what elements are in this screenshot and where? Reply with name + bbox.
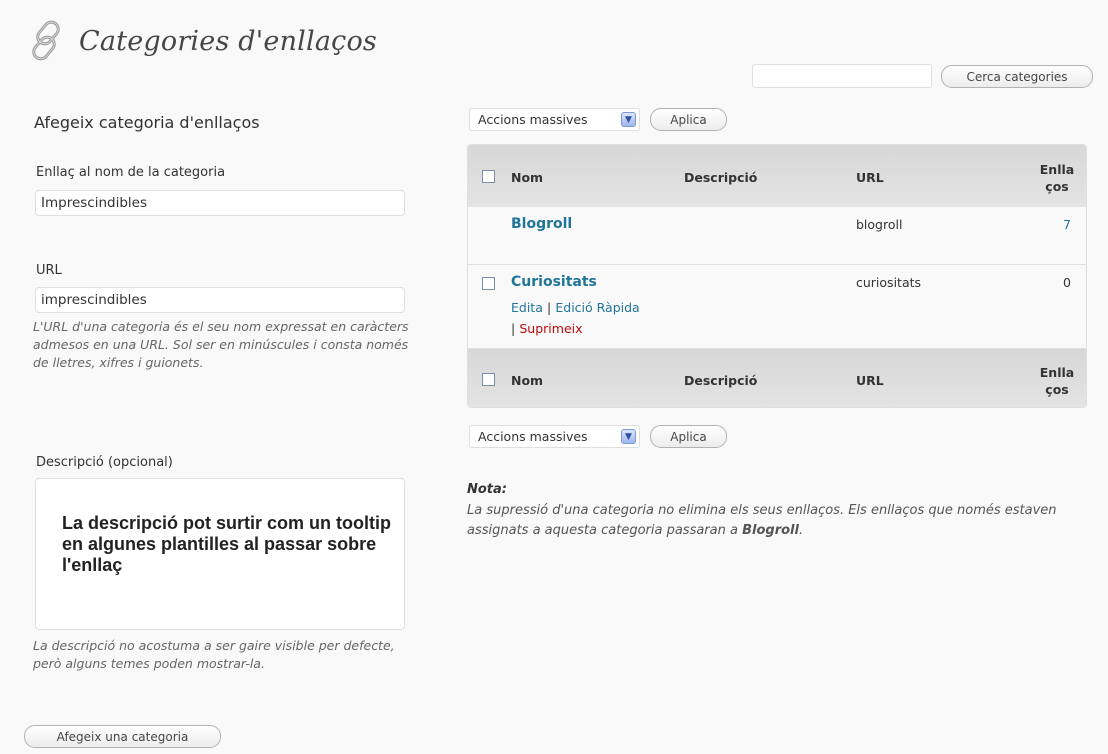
- description-label: Descripció (opcional): [36, 455, 173, 470]
- category-url: curiositats: [856, 275, 922, 290]
- table-row: Curiositats Edita | Edició Ràpida | Supr…: [468, 265, 1086, 349]
- categories-table: Nom Descripció URL Enllaços Blogroll blo…: [467, 144, 1087, 408]
- delete-link[interactable]: Suprimeix: [519, 321, 582, 336]
- category-name-link[interactable]: Curiositats: [511, 274, 597, 290]
- category-link-count: 0: [1063, 275, 1071, 290]
- category-name-link[interactable]: Blogroll: [511, 216, 572, 232]
- search-categories-button[interactable]: Cerca categories: [941, 65, 1093, 88]
- page-title: Categories d'enllaços: [79, 25, 377, 57]
- add-category-heading: Afegeix categoria d'enllaços: [34, 113, 260, 132]
- column-name[interactable]: Nom: [511, 373, 543, 388]
- row-actions: Edita | Edició Ràpida: [511, 300, 640, 316]
- category-link-count[interactable]: 7: [1063, 217, 1071, 232]
- chevron-down-icon[interactable]: ▼: [621, 429, 636, 444]
- column-url[interactable]: URL: [856, 373, 884, 388]
- column-description[interactable]: Descripció: [684, 373, 757, 388]
- table-header: Nom Descripció URL Enllaços: [468, 145, 1086, 207]
- apply-button-bottom[interactable]: Aplica: [650, 425, 727, 448]
- separator: |: [511, 321, 516, 336]
- bulk-actions-select-top[interactable]: Accions massives ▼: [469, 108, 640, 131]
- select-all-checkbox[interactable]: [482, 170, 495, 183]
- table-row: Blogroll blogroll 7: [468, 207, 1086, 265]
- column-url[interactable]: URL: [856, 170, 884, 185]
- category-name-field[interactable]: [35, 190, 405, 216]
- separator: |: [547, 300, 552, 315]
- category-url: blogroll: [856, 217, 903, 232]
- edit-link[interactable]: Edita: [511, 300, 543, 315]
- page-header: Categories d'enllaços: [25, 18, 377, 64]
- link-icon: [32, 20, 60, 61]
- search-input[interactable]: [752, 64, 932, 88]
- bulk-actions-label: Accions massives: [478, 429, 588, 444]
- chevron-down-icon[interactable]: ▼: [621, 112, 636, 127]
- note-title: Nota:: [467, 482, 507, 497]
- note-body: La supressió d'una categoria no elimina …: [467, 501, 1077, 541]
- table-footer: Nom Descripció URL Enllaços: [468, 349, 1086, 407]
- column-links[interactable]: Enllaços: [1038, 364, 1076, 398]
- category-url-field[interactable]: [35, 287, 405, 313]
- quick-edit-link[interactable]: Edició Ràpida: [555, 300, 639, 315]
- name-label: Enllaç al nom de la categoria: [36, 165, 226, 180]
- row-actions-delete: | Suprimeix: [511, 321, 583, 337]
- note-suffix: .: [798, 523, 804, 538]
- bulk-actions-label: Accions massives: [478, 112, 588, 127]
- row-checkbox[interactable]: [482, 277, 495, 290]
- description-annotation: La descripció pot surtir com un tooltip …: [62, 513, 392, 575]
- description-help-text: La descripció no acostuma a ser gaire vi…: [33, 638, 395, 671]
- column-links[interactable]: Enllaços: [1038, 161, 1076, 195]
- bulk-actions-select-bottom[interactable]: Accions massives ▼: [469, 425, 640, 448]
- url-help-text: L'URL d'una categoria és el seu nom expr…: [33, 319, 409, 370]
- apply-button-top[interactable]: Aplica: [650, 108, 727, 131]
- url-label: URL: [36, 263, 62, 278]
- select-all-checkbox[interactable]: [482, 373, 495, 386]
- column-name[interactable]: Nom: [511, 170, 543, 185]
- note-blogroll: Blogroll: [742, 523, 799, 538]
- add-category-button[interactable]: Afegeix una categoria: [24, 725, 221, 748]
- column-description[interactable]: Descripció: [684, 170, 757, 185]
